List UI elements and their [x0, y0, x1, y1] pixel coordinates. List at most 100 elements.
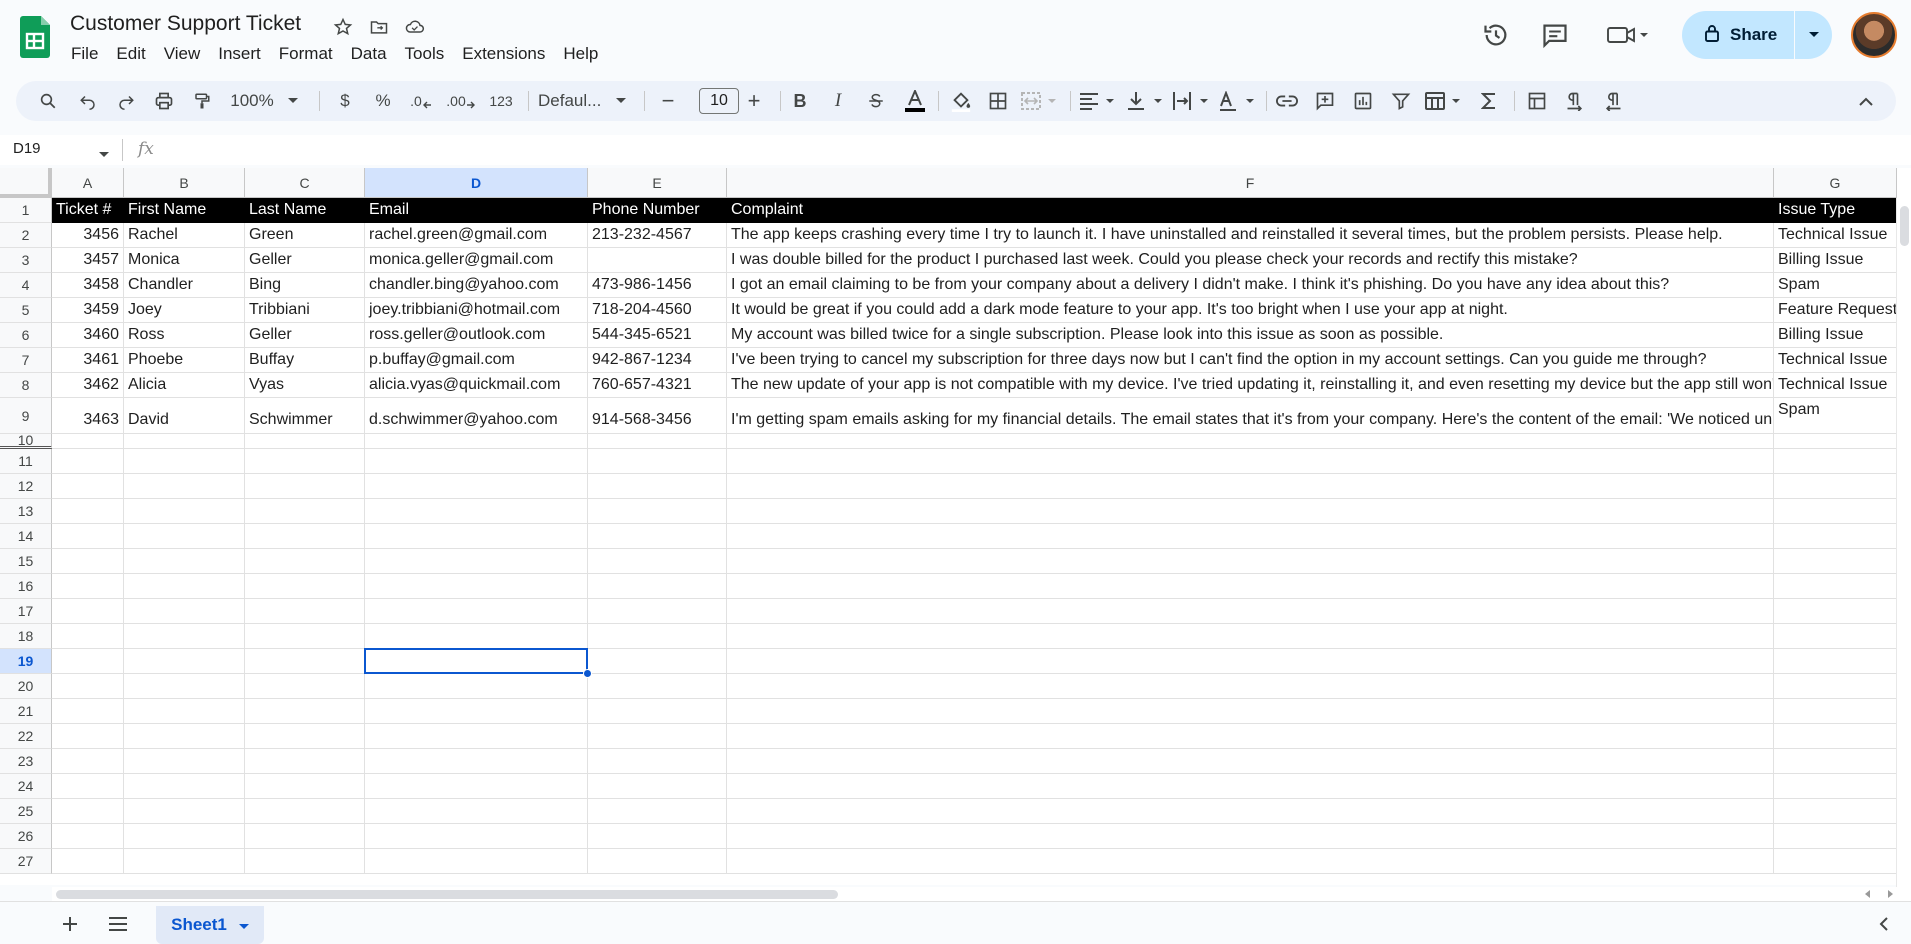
- row-header-27[interactable]: 27: [0, 849, 52, 874]
- cell-col-b-row21[interactable]: [124, 699, 245, 724]
- cell-col-a-row23[interactable]: [52, 749, 124, 774]
- row-header-3[interactable]: 3: [0, 248, 52, 273]
- row-header-15[interactable]: 15: [0, 549, 52, 574]
- cell-col-g-row21[interactable]: [1774, 699, 1897, 724]
- cell-col-d-row14[interactable]: [365, 524, 588, 549]
- cell-col-c-row18[interactable]: [245, 624, 365, 649]
- cell-col-f-row22[interactable]: [727, 724, 1774, 749]
- cell-col-a-row19[interactable]: [52, 649, 124, 674]
- sheets-logo-icon[interactable]: [20, 16, 50, 58]
- cell-col-c-row7[interactable]: Buffay: [245, 348, 365, 373]
- increase-font-size-button[interactable]: +: [742, 88, 766, 113]
- cell-col-g-row20[interactable]: [1774, 674, 1897, 699]
- cell-col-a-row20[interactable]: [52, 674, 124, 699]
- cell-col-d-row8[interactable]: alicia.vyas@quickmail.com: [365, 373, 588, 398]
- cell-col-e-row27[interactable]: [588, 849, 727, 874]
- cell-col-f-row2[interactable]: The app keeps crashing every time I try …: [727, 223, 1774, 248]
- cell-col-a-row4[interactable]: 3458: [52, 273, 124, 298]
- cell-col-a-row13[interactable]: [52, 499, 124, 524]
- cell-col-f-row10[interactable]: [727, 434, 1774, 449]
- cell-col-a-row12[interactable]: [52, 474, 124, 499]
- cell-col-b-row10[interactable]: [124, 434, 245, 449]
- cell-col-c-row20[interactable]: [245, 674, 365, 699]
- italic-button[interactable]: I: [826, 89, 850, 113]
- cell-col-e-row23[interactable]: [588, 749, 727, 774]
- cell-col-c-row25[interactable]: [245, 799, 365, 824]
- cell-col-d-row21[interactable]: [365, 699, 588, 724]
- functions-icon[interactable]: [1476, 89, 1502, 113]
- cell-col-e-row18[interactable]: [588, 624, 727, 649]
- freeze-icon[interactable]: [1524, 89, 1550, 113]
- sheet-tab[interactable]: Sheet1: [156, 906, 264, 944]
- row-header-17[interactable]: 17: [0, 599, 52, 624]
- cloud-saved-icon[interactable]: [404, 16, 426, 38]
- row-header-23[interactable]: 23: [0, 749, 52, 774]
- cell-col-a-row22[interactable]: [52, 724, 124, 749]
- cell-col-b-row24[interactable]: [124, 774, 245, 799]
- cell-col-d-row11[interactable]: [365, 449, 588, 474]
- cell-col-d-row6[interactable]: ross.geller@outlook.com: [365, 323, 588, 348]
- column-header-b[interactable]: B: [124, 168, 245, 198]
- cell-col-f-row23[interactable]: [727, 749, 1774, 774]
- cell-col-e-row6[interactable]: 544-345-6521: [588, 323, 727, 348]
- horizontal-scrollbar[interactable]: [52, 887, 1911, 901]
- collapse-toolbar-icon[interactable]: [1854, 89, 1878, 113]
- cell-col-a-row5[interactable]: 3459: [52, 298, 124, 323]
- cell-col-g-row23[interactable]: [1774, 749, 1897, 774]
- cell-col-g-row9[interactable]: Spam: [1774, 398, 1897, 434]
- meet-video-icon[interactable]: [1604, 20, 1652, 50]
- cell-col-e-row3[interactable]: [588, 248, 727, 273]
- cell-col-c-row22[interactable]: [245, 724, 365, 749]
- add-sheet-icon[interactable]: [58, 912, 82, 936]
- cell-col-f-row3[interactable]: I was double billed for the product I pu…: [727, 248, 1774, 273]
- cell-col-f-row7[interactable]: I've been trying to cancel my subscripti…: [727, 348, 1774, 373]
- column-header-c[interactable]: C: [245, 168, 365, 198]
- cell-col-c-row11[interactable]: [245, 449, 365, 474]
- cell-col-f-row26[interactable]: [727, 824, 1774, 849]
- filter-icon[interactable]: [1388, 89, 1414, 113]
- scroll-left-icon[interactable]: [1864, 890, 1872, 898]
- formula-input[interactable]: [170, 139, 1870, 161]
- cell-col-a-row2[interactable]: 3456: [52, 223, 124, 248]
- cell-col-e-row8[interactable]: 760-657-4321: [588, 373, 727, 398]
- zoom-select[interactable]: 100%: [230, 89, 274, 113]
- undo-icon[interactable]: [76, 89, 100, 113]
- text-color-icon[interactable]: [900, 89, 930, 113]
- header-cell-col-b[interactable]: First Name: [124, 198, 245, 223]
- cell-col-f-row25[interactable]: [727, 799, 1774, 824]
- cell-col-f-row18[interactable]: [727, 624, 1774, 649]
- decrease-font-size-button[interactable]: −: [656, 88, 680, 113]
- cell-col-c-row4[interactable]: Bing: [245, 273, 365, 298]
- cell-col-g-row27[interactable]: [1774, 849, 1897, 874]
- cell-col-e-row14[interactable]: [588, 524, 727, 549]
- cell-col-c-row19[interactable]: [245, 649, 365, 674]
- cell-col-a-row17[interactable]: [52, 599, 124, 624]
- search-menus-icon[interactable]: [36, 89, 60, 113]
- row-header-18[interactable]: 18: [0, 624, 52, 649]
- cell-col-b-row13[interactable]: [124, 499, 245, 524]
- cell-col-c-row2[interactable]: Green: [245, 223, 365, 248]
- column-header-g[interactable]: G: [1774, 168, 1897, 198]
- cell-col-f-row4[interactable]: I got an email claiming to be from your …: [727, 273, 1774, 298]
- row-header-24[interactable]: 24: [0, 774, 52, 799]
- paint-format-icon[interactable]: [190, 89, 214, 113]
- spreadsheet-grid[interactable]: A B C D E F G 1 2 3 4 5 6 7 8 9 10 11 12 13 14 15 16 17 18 19 20 21…: [0, 168, 1911, 885]
- cell-col-e-row7[interactable]: 942-867-1234: [588, 348, 727, 373]
- font-size-input[interactable]: 10: [699, 88, 739, 114]
- cell-col-e-row24[interactable]: [588, 774, 727, 799]
- cell-col-c-row10[interactable]: [245, 434, 365, 449]
- cell-col-e-row13[interactable]: [588, 499, 727, 524]
- cell-col-a-row26[interactable]: [52, 824, 124, 849]
- insert-comment-icon[interactable]: [1312, 89, 1338, 113]
- cell-col-e-row10[interactable]: [588, 434, 727, 449]
- more-formats-button[interactable]: 123: [484, 89, 518, 113]
- currency-format-button[interactable]: $: [334, 89, 356, 113]
- comments-icon[interactable]: [1540, 20, 1570, 50]
- cell-col-g-row18[interactable]: [1774, 624, 1897, 649]
- cell-col-g-row26[interactable]: [1774, 824, 1897, 849]
- cell-col-d-row24[interactable]: [365, 774, 588, 799]
- cell-col-f-row12[interactable]: [727, 474, 1774, 499]
- cell-col-f-row15[interactable]: [727, 549, 1774, 574]
- insert-link-icon[interactable]: [1274, 89, 1300, 113]
- cell-col-d-row19[interactable]: [365, 649, 588, 674]
